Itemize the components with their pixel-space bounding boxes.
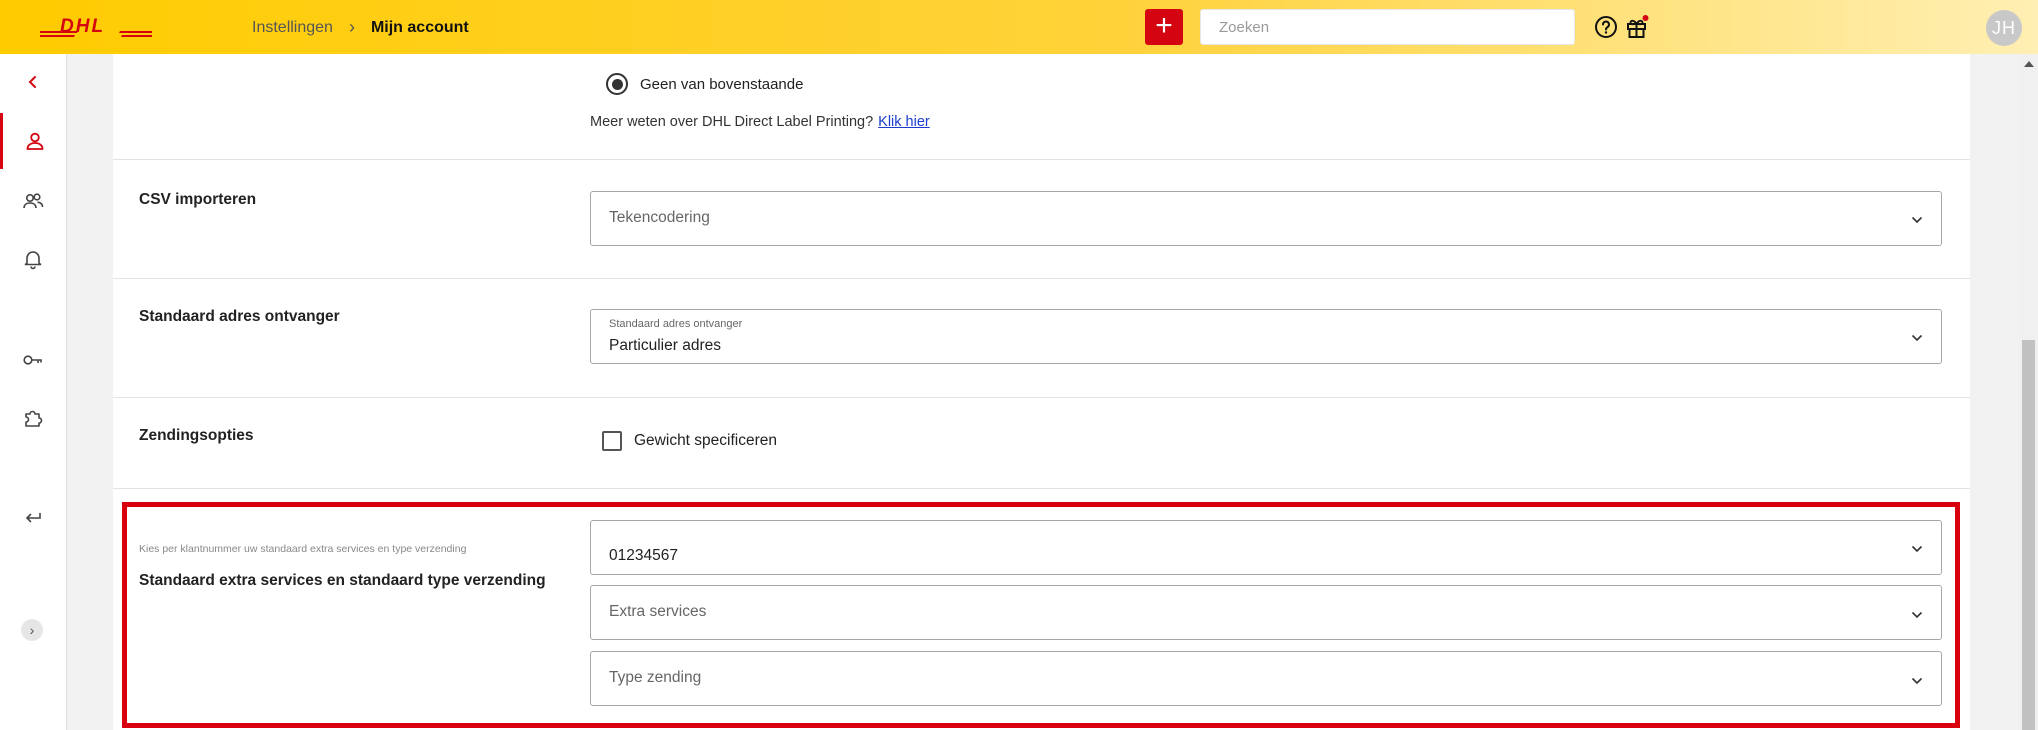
help-icon[interactable] (1594, 15, 1618, 39)
puzzle-icon[interactable] (0, 390, 66, 446)
klik-hier-link[interactable]: Klik hier (878, 114, 930, 130)
radio-selected-dot (611, 78, 623, 90)
scrollbar-thumb[interactable] (2022, 340, 2035, 730)
sidebar: › (0, 54, 67, 730)
add-shipment-button[interactable]: + (1145, 9, 1183, 45)
breadcrumb: Instellingen › Mijn account (252, 17, 469, 38)
radio-button[interactable] (606, 73, 628, 95)
avatar[interactable]: JH (1986, 10, 2022, 46)
checkbox[interactable] (602, 431, 622, 451)
users-icon[interactable] (0, 173, 66, 229)
breadcrumb-instellingen[interactable]: Instellingen (252, 19, 333, 37)
label-printing-section: Geen van bovenstaande Meer weten over DH… (113, 54, 1970, 160)
bell-icon[interactable] (0, 231, 66, 287)
chevron-down-icon (1911, 216, 1923, 224)
zendingsopties-title: Zendingsopties (139, 427, 254, 444)
select-floating-label: Standaard adres ontvanger (609, 318, 743, 330)
settings-card: Geen van bovenstaande Meer weten over DH… (113, 54, 1970, 730)
standaard-adres-section: Standaard adres ontvanger Standaard adre… (113, 279, 1970, 398)
tekencodering-select[interactable]: Tekencodering (590, 191, 1942, 246)
checkbox-label: Gewicht specificeren (634, 432, 778, 449)
chevron-right-icon: › (348, 17, 355, 37)
label-printing-info: Meer weten over DHL Direct Label Printin… (590, 114, 930, 130)
svg-text:DHL: DHL (60, 17, 105, 37)
scroll-up-arrow-icon[interactable] (2024, 61, 2034, 67)
chevron-down-icon (1911, 334, 1923, 342)
top-bar: DHL Instellingen › Mijn account + JH (0, 0, 2038, 54)
sidebar-expand-button[interactable]: › (21, 619, 43, 641)
back-icon[interactable] (0, 54, 66, 110)
standaard-adres-select[interactable]: Standaard adres ontvanger Particulier ad… (590, 309, 1942, 364)
radio-label: Geen van bovenstaande (640, 75, 804, 93)
gift-icon[interactable] (1624, 14, 1650, 40)
scrollbar[interactable] (2019, 54, 2038, 730)
highlight-frame (122, 502, 1960, 728)
key-icon[interactable] (0, 332, 66, 388)
dhl-logo[interactable]: DHL (40, 17, 152, 37)
csv-title: CSV importeren (139, 191, 257, 208)
gewicht-specificeren-checkbox[interactable]: Gewicht specificeren (602, 431, 777, 451)
breadcrumb-mijn-account: Mijn account (370, 18, 469, 36)
logout-icon[interactable] (0, 489, 66, 545)
search-input[interactable] (1200, 9, 1575, 45)
select-value: Particulier adres (609, 337, 721, 354)
select-placeholder: Tekencodering (609, 209, 710, 226)
radio-geen-van-bovenstaande[interactable]: Geen van bovenstaande (606, 73, 803, 95)
zendingsopties-section: Zendingsopties Gewicht specificeren (113, 398, 1970, 489)
csv-section: CSV importeren Tekencodering (113, 160, 1970, 279)
user-icon[interactable] (0, 113, 66, 169)
standaard-adres-title: Standaard adres ontvanger (139, 308, 340, 325)
info-text: Meer weten over DHL Direct Label Printin… (590, 114, 874, 130)
